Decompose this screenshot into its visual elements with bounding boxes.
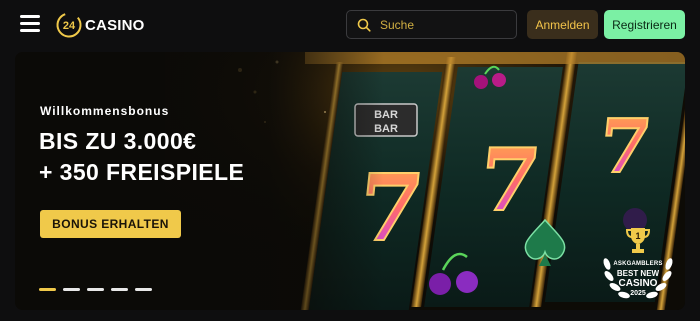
award-brand: ASKGAMBLERS [613, 261, 663, 267]
award-line1: BEST NEW [616, 269, 660, 278]
carousel-dot-1[interactable] [39, 288, 56, 291]
promo-headline-line2: + 350 FREISPIELE [39, 159, 245, 185]
hamburger-menu-icon[interactable] [20, 15, 40, 33]
search-input[interactable] [378, 16, 512, 33]
carousel-pagination [39, 288, 159, 292]
award-line2: CASINO [618, 278, 658, 289]
register-button[interactable]: Registrieren [604, 10, 685, 39]
logo[interactable]: 24 CASINO [56, 11, 145, 39]
award-rank: 1 [635, 231, 640, 241]
promo-eyebrow: Willkommensbonus [40, 104, 170, 118]
logo-text: CASINO [85, 16, 145, 34]
award-year: 2025 [630, 290, 646, 297]
carousel-dot-2[interactable] [63, 288, 80, 291]
search-box[interactable] [346, 10, 517, 39]
carousel-dot-4[interactable] [111, 288, 128, 291]
award-badge: 1 ASKGAMBLERS BEST NEW CASINO 2025 [597, 224, 679, 306]
login-button[interactable]: Anmelden [527, 10, 598, 39]
menu-line [20, 29, 40, 32]
menu-line [20, 22, 40, 25]
menu-line [20, 15, 40, 18]
logo-badge: 24 [56, 12, 82, 38]
carousel-dot-5[interactable] [135, 288, 152, 291]
carousel-dot-3[interactable] [87, 288, 104, 291]
top-bar: 24 CASINO Anmelden Registrieren [0, 0, 700, 50]
search-icon [357, 18, 371, 32]
promo-banner[interactable]: BAR BAR 7 7 7 Willkommensbonus BIS ZU 3.… [15, 52, 685, 310]
trophy-icon: 1 [626, 228, 650, 253]
get-bonus-button[interactable]: BONUS ERHALTEN [40, 210, 181, 238]
logo-number: 24 [63, 20, 76, 32]
promo-headline-line1: BIS ZU 3.000€ [39, 128, 197, 154]
